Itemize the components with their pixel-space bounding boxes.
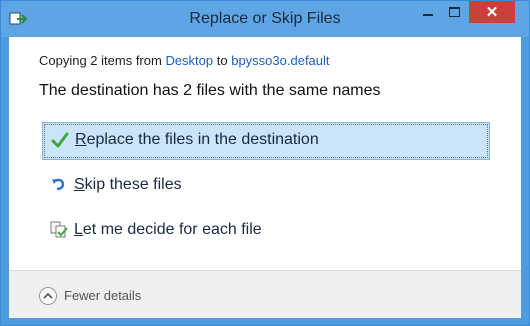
minimize-button[interactable]: [415, 1, 441, 23]
decide-each-file-option[interactable]: Let me decide for each file: [42, 213, 488, 249]
skip-files-label: Skip these files: [74, 176, 182, 193]
minimize-icon: [423, 14, 433, 16]
title-bar[interactable]: Replace or Skip Files ✕: [1, 1, 529, 37]
fewer-details-button[interactable]: Fewer details: [64, 288, 141, 303]
destination-folder-link[interactable]: bpysso3o.default: [231, 53, 329, 68]
replace-skip-dialog: Replace or Skip Files ✕ Copying 2 items …: [0, 0, 530, 326]
skip-arrow-icon: [52, 178, 65, 191]
dialog-footer: Fewer details: [9, 270, 521, 318]
copy-status-prefix: Copying 2 items from: [39, 53, 166, 68]
maximize-icon: [449, 7, 460, 17]
copy-status: Copying 2 items from Desktop to bpysso3o…: [39, 53, 330, 68]
close-button[interactable]: ✕: [469, 1, 515, 23]
dialog-content: Copying 2 items from Desktop to bpysso3o…: [9, 37, 521, 270]
close-icon: ✕: [485, 4, 499, 21]
checkmark-icon: [51, 132, 69, 148]
maximize-button[interactable]: [441, 1, 467, 23]
decide-each-file-label: Let me decide for each file: [74, 221, 262, 238]
replace-files-label: Replace the files in the destination: [75, 131, 319, 148]
skip-files-option[interactable]: Skip these files: [42, 168, 488, 204]
source-folder-link[interactable]: Desktop: [165, 53, 213, 68]
copy-status-mid: to: [213, 53, 232, 68]
decide-files-icon: [50, 221, 68, 238]
conflict-heading: The destination has 2 files with the sam…: [39, 82, 381, 99]
chevron-up-icon[interactable]: [39, 287, 57, 305]
replace-files-option[interactable]: Replace the files in the destination: [42, 122, 490, 160]
